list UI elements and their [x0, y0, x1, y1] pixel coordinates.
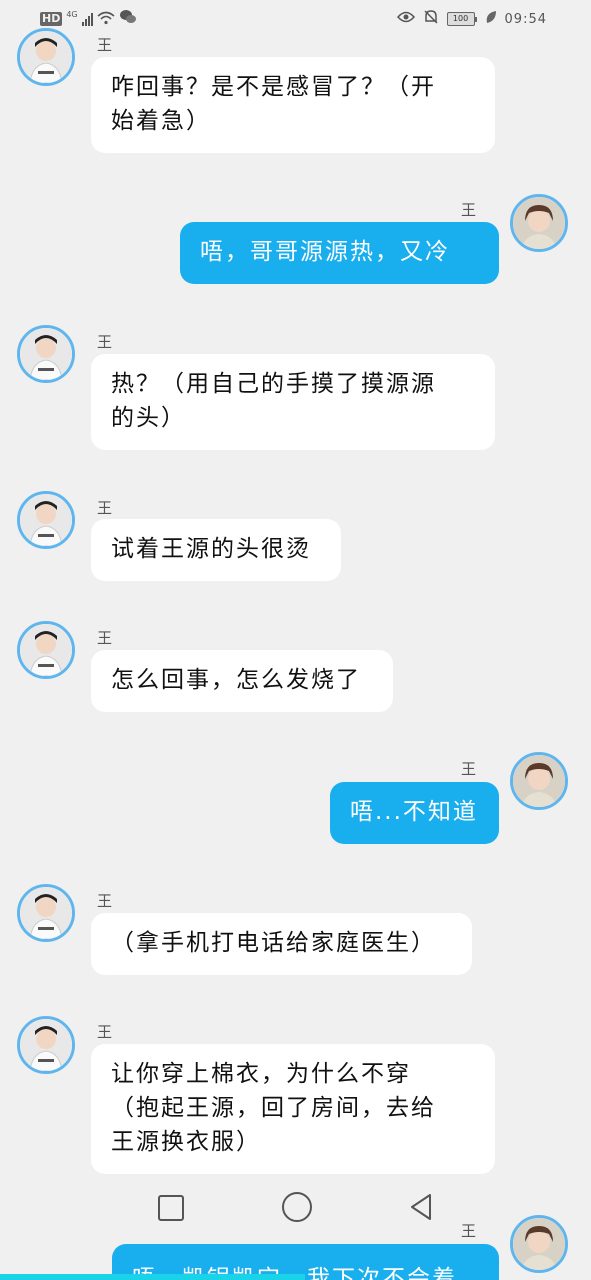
circle-icon[interactable] — [282, 1192, 312, 1222]
avatar[interactable] — [17, 28, 75, 86]
triangle-back-icon[interactable] — [406, 1192, 436, 1222]
wifi-icon — [97, 10, 115, 29]
message-bubble[interactable]: 热？（用自己的手摸了摸源源 的头） — [91, 354, 495, 450]
navigation-bar — [0, 1192, 591, 1280]
status-bar: HD 4G 100 09:54 — [0, 0, 591, 38]
message-bubble[interactable]: 唔...不知道 — [330, 782, 499, 844]
eye-icon — [396, 11, 415, 27]
avatar[interactable] — [510, 194, 568, 252]
signal-icon — [81, 12, 93, 26]
message-bubble[interactable]: 让你穿上棉衣，为什么不穿 （抱起王源，回了房间，去给 王源换衣服） — [91, 1044, 495, 1174]
wechat-icon — [119, 9, 137, 29]
square-icon[interactable] — [158, 1195, 184, 1221]
message-bubble[interactable]: 怎么回事，怎么发烧了 — [91, 650, 393, 712]
avatar[interactable] — [510, 752, 568, 810]
network-type: 4G — [66, 9, 78, 19]
battery-icon: 100 — [446, 12, 477, 26]
avatar[interactable] — [17, 621, 75, 679]
message-bubble[interactable]: 唔，哥哥源源热，又冷 — [180, 222, 499, 284]
avatar[interactable] — [17, 325, 75, 383]
progress-strip — [0, 1274, 305, 1280]
bell-off-icon — [423, 9, 439, 29]
message-bubble[interactable]: （拿手机打电话给家庭医生） — [91, 913, 472, 975]
avatar[interactable] — [17, 884, 75, 942]
battery-level: 100 — [446, 12, 475, 26]
clock-time: 09:54 — [504, 11, 547, 27]
hd-indicator: HD — [40, 12, 63, 26]
message-bubble[interactable]: 试着王源的头很烫 — [91, 519, 341, 581]
avatar[interactable] — [17, 491, 75, 549]
avatar[interactable] — [17, 1016, 75, 1074]
leaf-icon — [485, 10, 497, 28]
message-bubble[interactable]: 咋回事？是不是感冒了？（开 始着急） — [91, 57, 495, 153]
